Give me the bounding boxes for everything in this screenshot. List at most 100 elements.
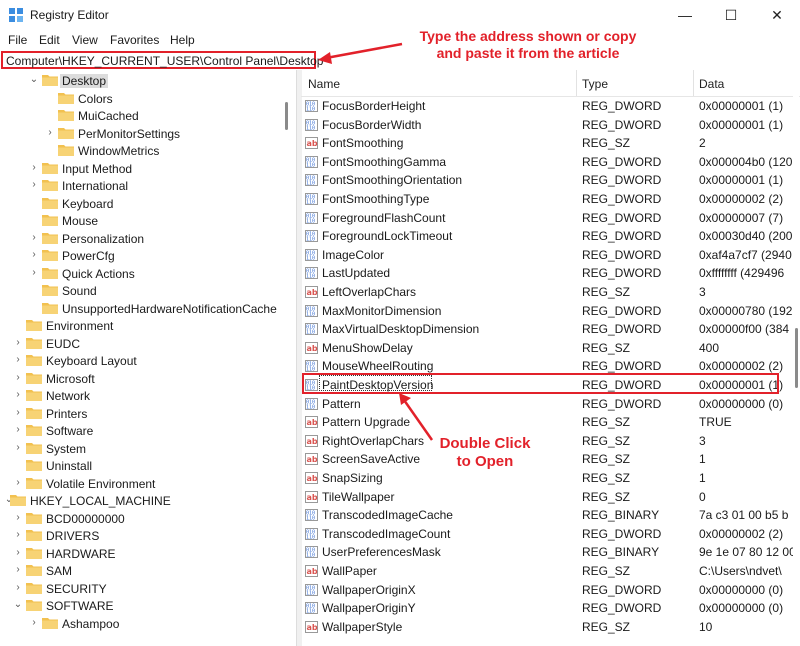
tree-item[interactable]: › Personalization [0,230,286,247]
tree-item[interactable]: Keyboard [0,195,286,212]
tree-item[interactable]: › Software [0,422,286,439]
chevron-right-icon[interactable]: › [29,248,39,262]
column-header-type[interactable]: Type [582,77,608,91]
menu-view[interactable]: View [72,33,98,47]
chevron-right-icon[interactable]: › [45,126,55,140]
value-row[interactable]: ab WallPaper REG_SZ C:\Users\ndvet\ [301,562,800,580]
value-row[interactable]: 010 110 FontSmoothingOrientation REG_DWORD 0… [301,171,800,189]
chevron-right-icon[interactable]: › [13,563,23,577]
tree-scrollbar[interactable] [283,70,289,646]
value-row[interactable]: ab LeftOverlapChars REG_SZ 3 [301,283,800,301]
minimize-button[interactable]: — [662,0,708,30]
list-scrollbar-thumb[interactable] [795,328,798,388]
value-row[interactable]: 010 110 MaxVirtualDesktopDimension REG_DWOR… [301,320,800,338]
column-separator[interactable] [693,70,694,96]
tree-item[interactable]: WindowMetrics [0,142,286,159]
tree-item[interactable]: Environment [0,317,286,334]
tree-item[interactable]: ⌄ SOFTWARE [0,597,286,614]
tree-item[interactable]: Colors [0,90,286,107]
tree-item[interactable]: MuiCached [0,107,286,124]
tree-item[interactable]: UnsupportedHardwareNotificationCache [0,300,286,317]
tree-item[interactable]: › PowerCfg [0,247,286,264]
tree-item[interactable]: › International [0,177,286,194]
chevron-right-icon[interactable]: › [13,441,23,455]
value-row[interactable]: ab TileWallpaper REG_SZ 0 [301,488,800,506]
value-row[interactable]: 010 110 ForegroundLockTimeout REG_DWORD 0x00… [301,227,800,245]
chevron-right-icon[interactable]: › [13,476,23,490]
value-row[interactable]: 010 110 UserPreferencesMask REG_BINARY 9e 1e… [301,543,800,561]
value-row[interactable]: ab FontSmoothing REG_SZ 2 [301,134,800,152]
menu-favorites[interactable]: Favorites [110,33,159,47]
value-row[interactable]: 010 110 LastUpdated REG_DWORD 0xffffffff (42… [301,264,800,282]
tree-item[interactable]: › Ashampoo [0,615,286,632]
column-separator[interactable] [576,70,577,96]
chevron-right-icon[interactable]: › [29,178,39,192]
chevron-right-icon[interactable]: › [13,353,23,367]
chevron-right-icon[interactable]: › [13,336,23,350]
chevron-right-icon[interactable]: › [13,528,23,542]
tree-item[interactable]: › Printers [0,405,286,422]
value-row[interactable]: 010 110 MaxMonitorDimension REG_DWORD 0x0000… [301,302,800,320]
value-row[interactable]: 010 110 TranscodedImageCache REG_BINARY 7a c… [301,506,800,524]
tree-item[interactable]: Uninstall [0,457,286,474]
chevron-right-icon[interactable]: › [13,581,23,595]
tree-item[interactable]: › SAM [0,562,286,579]
address-bar[interactable]: Computer\HKEY_CURRENT_USER\Control Panel… [1,51,323,69]
chevron-right-icon[interactable]: › [13,423,23,437]
tree-item[interactable]: ⌄ HKEY_LOCAL_MACHINE [0,492,286,509]
tree-item[interactable]: › Input Method [0,160,286,177]
menu-edit[interactable]: Edit [39,33,60,47]
value-row[interactable]: 010 110 FocusBorderHeight REG_DWORD 0x000000… [301,97,800,115]
value-row[interactable]: ab MenuShowDelay REG_SZ 400 [301,339,800,357]
value-row[interactable]: ab WallpaperStyle REG_SZ 10 [301,618,800,636]
chevron-down-icon[interactable]: ⌄ [29,73,39,87]
chevron-right-icon[interactable]: › [13,546,23,560]
value-row[interactable]: 010 110 FocusBorderWidth REG_DWORD 0x0000000… [301,116,800,134]
values-list-pane[interactable]: Name Type Data 010 110 FocusBorderHeight RE… [301,70,800,646]
value-row[interactable]: ab ScreenSaveActive REG_SZ 1 [301,450,800,468]
maximize-button[interactable]: ☐ [708,0,754,30]
tree-item[interactable]: ⌄ Desktop [0,72,286,89]
tree-item[interactable]: › Network [0,387,286,404]
column-header-data[interactable]: Data [699,77,724,91]
chevron-right-icon[interactable]: › [29,266,39,280]
value-row[interactable]: 010 110 ForegroundFlashCount REG_DWORD 0x000… [301,209,800,227]
value-row[interactable]: 010 110 ImageColor REG_DWORD 0xaf4a7cf7 (294… [301,246,800,264]
menu-file[interactable]: File [8,33,27,47]
value-row[interactable]: 010 110 WallpaperOriginX REG_DWORD 0x0000000… [301,581,800,599]
chevron-right-icon[interactable]: › [13,371,23,385]
tree-item[interactable]: › DRIVERS [0,527,286,544]
tree-item[interactable]: › System [0,440,286,457]
chevron-right-icon[interactable]: › [29,161,39,175]
column-header-name[interactable]: Name [308,77,340,91]
tree-item[interactable]: › Volatile Environment [0,475,286,492]
tree-item[interactable]: › SECURITY [0,580,286,597]
value-row[interactable]: 010 110 FontSmoothingType REG_DWORD 0x000000… [301,190,800,208]
value-row[interactable]: 010 110 FontSmoothingGamma REG_DWORD 0x00000… [301,153,800,171]
tree-item[interactable]: › EUDC [0,335,286,352]
chevron-right-icon[interactable]: › [29,231,39,245]
chevron-down-icon[interactable]: ⌄ [13,598,23,612]
menu-help[interactable]: Help [170,33,195,47]
close-button[interactable]: ✕ [754,0,800,30]
value-row[interactable]: 010 110 Pattern REG_DWORD 0x00000000 (0) [301,395,800,413]
tree-item[interactable]: › PerMonitorSettings [0,125,286,142]
key-tree-pane[interactable]: ⌄ Desktop Colors MuiCached › PerMonitorSettin… [0,70,286,646]
tree-item[interactable]: › Quick Actions [0,265,286,282]
tree-item[interactable]: › Microsoft [0,370,286,387]
tree-item[interactable]: › BCD00000000 [0,510,286,527]
tree-item[interactable]: › Keyboard Layout [0,352,286,369]
chevron-right-icon[interactable]: › [13,511,23,525]
chevron-right-icon[interactable]: › [29,616,39,630]
tree-item[interactable]: Mouse [0,212,286,229]
value-row[interactable]: ab Pattern Upgrade REG_SZ TRUE [301,413,800,431]
chevron-right-icon[interactable]: › [13,406,23,420]
tree-item[interactable]: Sound [0,282,286,299]
tree-scrollbar-thumb[interactable] [285,102,288,130]
value-row[interactable]: ab RightOverlapChars REG_SZ 3 [301,432,800,450]
value-row[interactable]: 010 110 WallpaperOriginY REG_DWORD 0x0000000… [301,599,800,617]
list-scrollbar[interactable] [793,96,799,646]
chevron-right-icon[interactable]: › [13,388,23,402]
tree-item[interactable]: › HARDWARE [0,545,286,562]
value-row[interactable]: ab SnapSizing REG_SZ 1 [301,469,800,487]
